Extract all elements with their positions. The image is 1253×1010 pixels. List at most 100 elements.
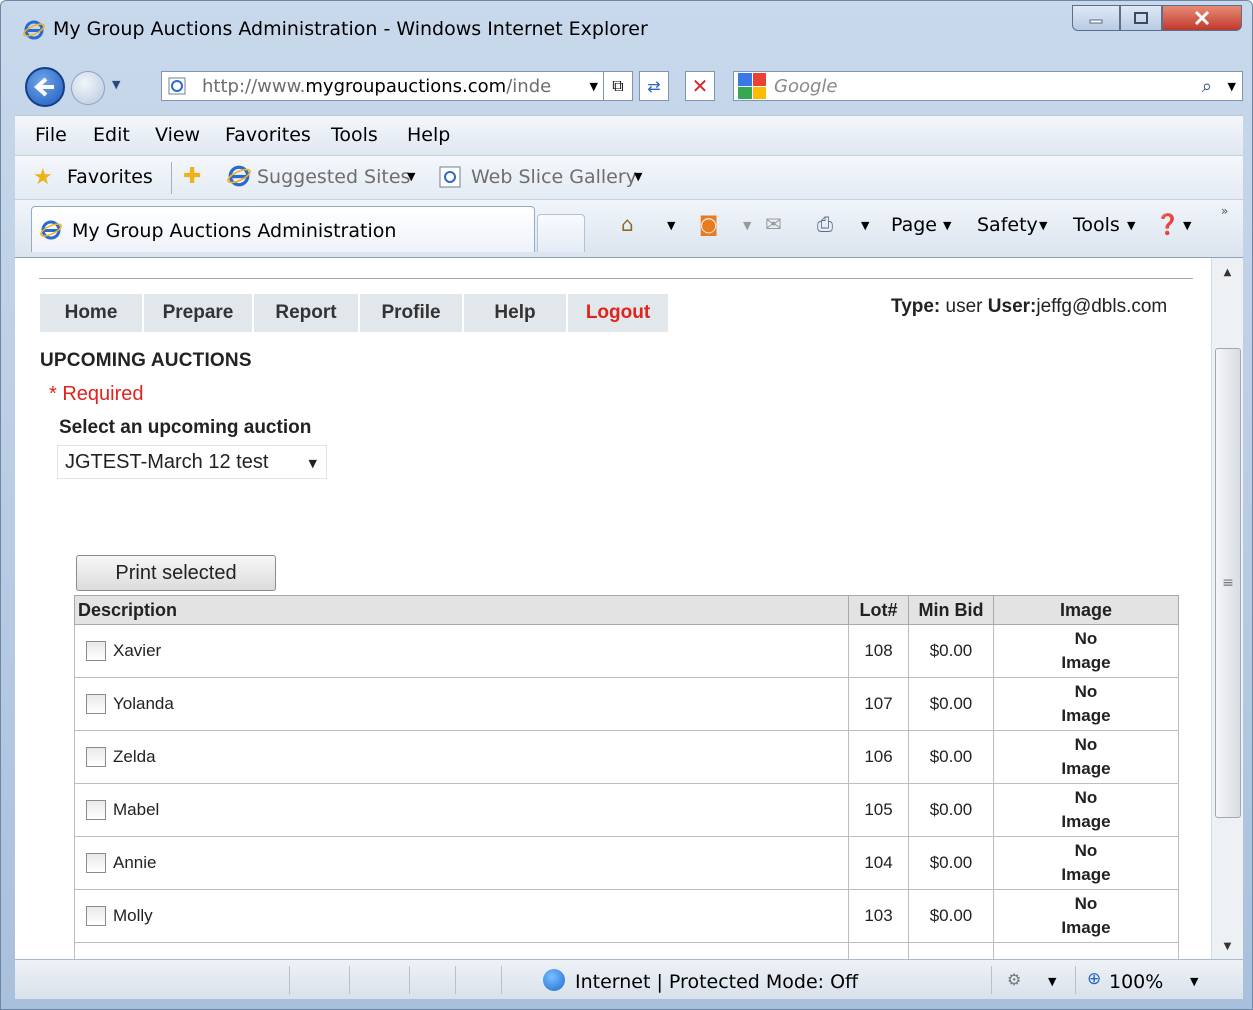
close-icon <box>1194 10 1210 26</box>
column-header-description: Description <box>74 595 849 625</box>
more-commands-icon[interactable]: » <box>1221 204 1228 218</box>
safety-menu[interactable]: Safety <box>977 214 1038 236</box>
close-window-button[interactable] <box>1162 5 1242 31</box>
min-bid: $0.00 <box>908 624 994 678</box>
row-checkbox[interactable] <box>86 641 106 661</box>
menu-bar: File Edit View Favorites Tools Help <box>15 115 1243 155</box>
globe-icon <box>543 969 565 991</box>
page-menu[interactable]: Page <box>891 214 937 236</box>
forward-button[interactable] <box>71 71 105 105</box>
scroll-up-icon[interactable]: ▲ <box>1212 258 1243 286</box>
min-bid: $0.00 <box>908 889 994 943</box>
item-description: Annie <box>113 853 157 872</box>
scroll-down-icon[interactable]: ▼ <box>1212 932 1243 959</box>
row-checkbox[interactable] <box>86 747 106 767</box>
tools-menu-dropdown-icon[interactable]: ▼ <box>1127 219 1135 232</box>
search-options-dropdown-icon[interactable]: ▼ <box>1228 80 1236 93</box>
nav-logout[interactable]: Logout <box>568 294 668 332</box>
vertical-scrollbar[interactable]: ▲ ≡ ▼ <box>1211 258 1243 959</box>
help-icon[interactable]: ❓ <box>1155 212 1180 236</box>
compatibility-view-button[interactable]: ⧉ <box>603 71 633 101</box>
nav-home[interactable]: Home <box>40 294 142 332</box>
divider <box>39 278 1193 279</box>
address-bar[interactable]: http://www.mygroupauctions.com/inde ▼ <box>161 71 605 101</box>
menu-favorites[interactable]: Favorites <box>225 124 311 146</box>
lot-number: 106 <box>848 730 909 784</box>
page-content: Home Prepare Report Profile Help Logout … <box>15 258 1211 959</box>
minimize-button[interactable] <box>1072 5 1120 31</box>
read-mail-icon[interactable]: ✉ <box>765 212 782 236</box>
settings-icon[interactable]: ⚙ <box>1007 970 1021 989</box>
minimize-icon <box>1089 19 1103 24</box>
row-checkbox[interactable] <box>86 853 106 873</box>
settings-dropdown-icon[interactable]: ▼ <box>1048 975 1056 988</box>
new-tab-button[interactable] <box>537 214 585 252</box>
stop-button[interactable]: ✕ <box>685 71 715 101</box>
zoom-dropdown-icon[interactable]: ▼ <box>1190 975 1198 988</box>
page-menu-dropdown-icon[interactable]: ▼ <box>943 219 951 232</box>
tab-label: My Group Auctions Administration <box>72 220 397 242</box>
suggested-sites-dropdown-icon[interactable]: ▼ <box>407 170 415 183</box>
zoom-icon[interactable]: ⊕ <box>1087 969 1101 989</box>
lot-number <box>848 942 909 959</box>
maximize-button[interactable] <box>1120 5 1162 31</box>
print-dropdown-icon[interactable]: ▼ <box>861 219 869 232</box>
recent-pages-dropdown-icon[interactable]: ▼ <box>112 78 120 91</box>
tab-my-group-auctions[interactable]: My Group Auctions Administration <box>31 206 535 252</box>
browser-window: My Group Auctions Administration - Windo… <box>0 0 1253 1010</box>
nav-help[interactable]: Help <box>464 294 566 332</box>
nav-profile[interactable]: Profile <box>360 294 462 332</box>
address-url[interactable]: http://www.mygroupauctions.com/inde <box>202 76 562 97</box>
add-to-favorites-icon[interactable]: ✚ <box>183 164 201 189</box>
table-row: Zelda 106 $0.00 No Image <box>74 730 1179 784</box>
row-checkbox[interactable] <box>86 694 106 714</box>
feeds-dropdown-icon[interactable]: ▼ <box>743 219 751 232</box>
table-row: No <box>74 942 1179 959</box>
home-dropdown-icon[interactable]: ▼ <box>667 219 675 232</box>
item-description: Zelda <box>113 747 156 766</box>
nav-prepare[interactable]: Prepare <box>144 294 252 332</box>
required-note: * Required <box>49 383 144 405</box>
tools-menu[interactable]: Tools <box>1073 214 1120 236</box>
home-icon[interactable]: ⌂ <box>621 212 634 236</box>
divider <box>455 966 456 994</box>
menu-favorites-label: Favorites <box>225 124 311 146</box>
type-value: user <box>945 296 983 317</box>
menu-edit[interactable]: Edit <box>93 124 130 146</box>
zoom-level[interactable]: 100% <box>1109 971 1163 993</box>
security-zone[interactable]: Internet | Protected Mode: Off <box>575 971 858 993</box>
menu-help[interactable]: Help <box>407 124 450 146</box>
min-bid <box>908 942 994 959</box>
description-cell: Yolanda <box>74 677 849 731</box>
menu-tools[interactable]: Tools <box>331 124 378 146</box>
nav-report[interactable]: Report <box>254 294 358 332</box>
row-checkbox[interactable] <box>86 906 106 926</box>
web-slice-dropdown-icon[interactable]: ▼ <box>634 170 642 183</box>
scrollbar-thumb[interactable]: ≡ <box>1215 348 1241 818</box>
print-icon[interactable]: ⎙ <box>817 212 833 236</box>
refresh-button[interactable]: ⇄ <box>639 71 669 101</box>
suggested-sites-link[interactable]: Suggested Sites <box>257 166 410 188</box>
print-selected-button[interactable]: Print selected <box>76 555 276 591</box>
favorites-button[interactable]: Favorites <box>67 166 153 188</box>
auction-select-value: JGTEST-March 12 test <box>65 450 269 473</box>
search-icon[interactable]: ⌕ <box>1202 76 1212 97</box>
search-box[interactable]: Google ⌕ ▼ <box>733 71 1243 101</box>
back-arrow-icon <box>34 77 54 97</box>
help-dropdown-icon[interactable]: ▼ <box>1183 219 1191 232</box>
menu-file[interactable]: File <box>35 124 67 146</box>
safety-menu-dropdown-icon[interactable]: ▼ <box>1039 219 1047 232</box>
back-button[interactable] <box>25 67 65 107</box>
feeds-icon[interactable]: ◙ <box>699 212 718 236</box>
address-dropdown-icon[interactable]: ▼ <box>590 80 598 93</box>
lot-number: 103 <box>848 889 909 943</box>
image-cell: No Image <box>993 889 1179 943</box>
row-checkbox[interactable] <box>86 800 106 820</box>
column-header-image: Image <box>993 595 1179 625</box>
web-slice-gallery-link[interactable]: Web Slice Gallery <box>471 166 637 188</box>
auction-select[interactable]: JGTEST-March 12 test ▼ <box>57 445 327 479</box>
no-image-line2: Image <box>1061 759 1111 778</box>
table-row: Molly 103 $0.00 No Image <box>74 889 1179 943</box>
favorites-star-icon[interactable]: ★ <box>33 165 53 190</box>
menu-view[interactable]: View <box>155 124 200 146</box>
